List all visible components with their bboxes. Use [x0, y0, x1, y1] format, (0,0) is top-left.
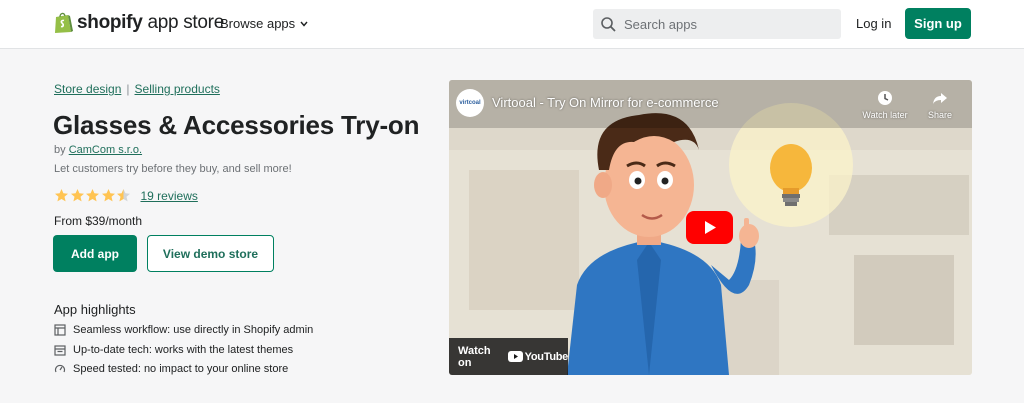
highlight-text: Speed tested: no impact to your online s… — [73, 363, 289, 375]
breadcrumb-store-design[interactable]: Store design — [54, 82, 121, 96]
shopify-logo[interactable]: shopify app store — [54, 12, 224, 34]
youtube-logo: YouTube — [507, 350, 569, 363]
youtube-wordmark: YouTube — [524, 350, 569, 363]
app-rating: 19 reviews — [54, 188, 198, 203]
watch-on-youtube-button[interactable]: Watch on YouTube — [449, 338, 568, 375]
star-icon — [70, 189, 84, 202]
play-button-icon[interactable] — [686, 211, 733, 244]
add-app-button[interactable]: Add app — [53, 235, 137, 272]
star-icon — [55, 189, 68, 202]
speed-icon — [54, 364, 66, 373]
share-button[interactable]: Share — [915, 90, 965, 120]
top-header: shopify app store Browse apps Log in Sig… — [0, 0, 1024, 49]
search-icon — [601, 16, 616, 32]
watch-on-label: Watch on — [458, 344, 491, 369]
star-rating — [54, 188, 132, 203]
clock-icon — [878, 91, 892, 105]
channel-avatar[interactable]: virtcoal — [456, 89, 484, 117]
youtube-icon — [507, 351, 523, 362]
highlight-item-speed: Speed tested: no impact to your online s… — [54, 363, 288, 375]
video-title[interactable]: Virtooal - Try On Mirror for e-commerce — [492, 95, 719, 110]
reviews-link[interactable]: 19 reviews — [141, 189, 198, 203]
highlights-title: App highlights — [54, 302, 136, 317]
share-label: Share — [927, 110, 953, 120]
signup-button[interactable]: Sign up — [905, 8, 971, 39]
app-byline: by CamCom s.r.o. — [54, 144, 142, 156]
highlight-text: Up-to-date tech: works with the latest t… — [73, 344, 294, 356]
workflow-icon — [54, 324, 66, 336]
browse-apps-label: Browse apps — [220, 16, 296, 31]
video-player[interactable]: virtcoal Virtooal - Try On Mirror for e-… — [449, 80, 972, 375]
browse-apps-menu[interactable]: Browse apps — [220, 16, 308, 31]
calendar-icon — [54, 345, 66, 356]
app-title: Glasses & Accessories Try-on — [53, 110, 420, 140]
shopify-bag-icon — [55, 12, 73, 33]
star-icon — [101, 189, 115, 202]
share-icon — [933, 93, 947, 104]
logo-light: app store — [142, 12, 224, 33]
breadcrumb: Store design | Selling products — [54, 82, 220, 96]
search-box[interactable] — [593, 9, 841, 39]
view-demo-store-button[interactable]: View demo store — [147, 235, 274, 272]
search-input[interactable] — [624, 16, 824, 32]
logo-wordmark: shopify app store — [77, 12, 224, 34]
star-icon — [86, 189, 99, 202]
by-prefix: by — [54, 144, 69, 156]
developer-link[interactable]: CamCom s.r.o. — [69, 144, 142, 156]
login-link[interactable]: Log in — [856, 16, 891, 31]
watch-later-label: Watch later — [862, 110, 908, 120]
chevron-down-icon — [300, 21, 308, 27]
app-tagline: Let customers try before they buy, and s… — [54, 163, 292, 175]
star-icon — [117, 189, 130, 202]
breadcrumb-separator: | — [126, 82, 130, 96]
logo-bold: shopify — [77, 12, 143, 33]
highlight-item-workflow: Seamless workflow: use directly in Shopi… — [54, 324, 313, 336]
highlight-item-tech: Up-to-date tech: works with the latest t… — [54, 344, 293, 356]
highlight-text: Seamless workflow: use directly in Shopi… — [73, 324, 314, 336]
breadcrumb-selling-products[interactable]: Selling products — [135, 82, 220, 96]
watch-later-button[interactable]: Watch later — [860, 90, 910, 120]
app-price: From $39/month — [54, 214, 143, 228]
